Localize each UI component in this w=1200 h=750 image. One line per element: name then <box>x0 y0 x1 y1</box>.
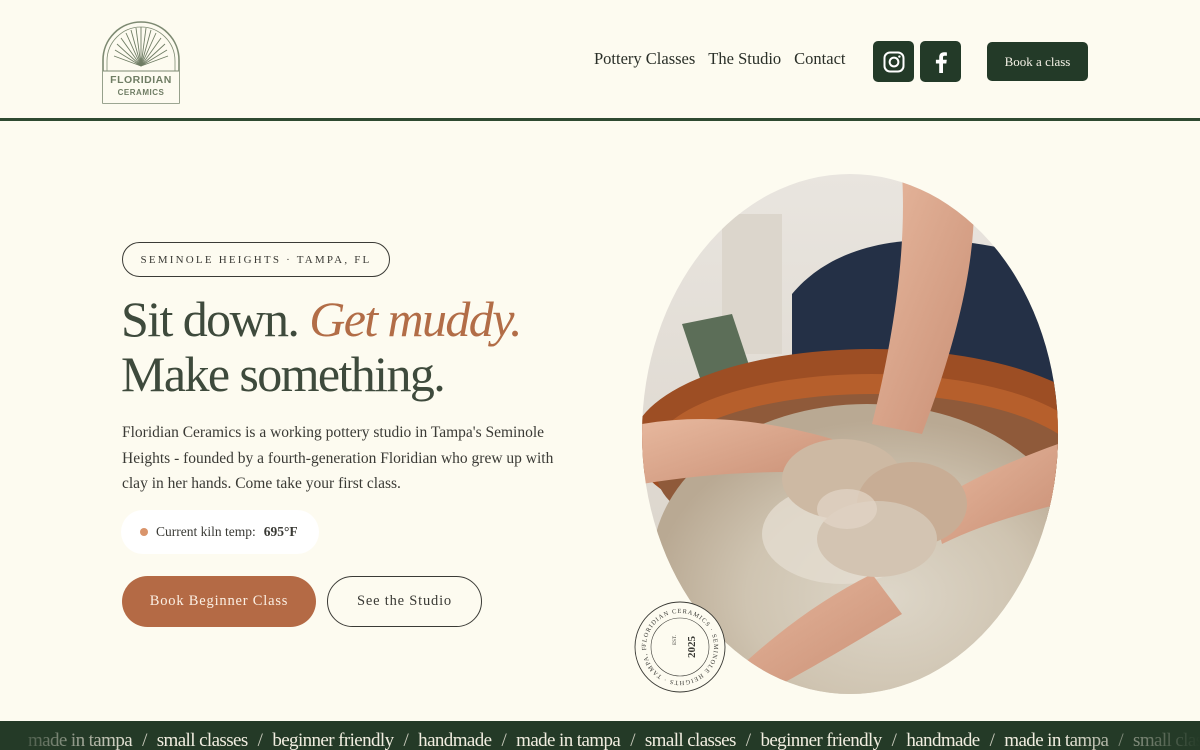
logo-wordmark-line1: FLORIDIAN <box>110 74 172 86</box>
site-header: FLORIDIAN CERAMICS Pottery Classes The S… <box>0 0 1200 121</box>
marquee-item: handmade <box>418 730 492 750</box>
logo-wordmark-line2: CERAMICS <box>117 88 165 97</box>
nav-link-pottery-classes[interactable]: Pottery Classes <box>594 49 695 69</box>
est-stamp-badge: FLORIDIAN CERAMICS · SEMINOLE HEIGHTS · … <box>633 600 726 693</box>
marquee-separator: / <box>891 730 897 750</box>
headline-accent: Get muddy. <box>309 291 522 347</box>
hero-headline: Sit down. Get muddy. Make something. <box>121 292 601 402</box>
kiln-temp-value: 695°F <box>263 524 298 539</box>
marquee-separator: / <box>501 730 507 750</box>
instagram-button[interactable] <box>873 41 914 82</box>
marquee-separator: / <box>257 730 263 750</box>
location-badge: SEMINOLE HEIGHTS · TAMPA, FL <box>122 242 390 277</box>
marquee-separator: / <box>630 730 635 750</box>
marquee-item: handmade <box>906 730 980 750</box>
hero-intro: Floridian Ceramics is a working pottery … <box>122 424 554 492</box>
marquee-separator: / <box>142 730 147 750</box>
main-nav: Pottery Classes The Studio Contact <box>594 49 846 69</box>
marquee-item: made in tampa <box>516 730 621 750</box>
book-a-class-button[interactable]: Book a class <box>987 42 1088 81</box>
see-the-studio-button[interactable]: See the Studio <box>327 576 482 627</box>
marquee-track: made in tampa / small classes / beginner fri… <box>28 730 1200 750</box>
marquee-item: small classes <box>156 730 248 750</box>
marquee-item: beginner friendly <box>272 730 394 750</box>
marquee-banner: made in tampa / small classes / beginner fri… <box>0 721 1200 750</box>
floridian-ceramics-logo[interactable]: FLORIDIAN CERAMICS <box>100 20 182 104</box>
facebook-button[interactable] <box>920 41 961 82</box>
stamp-est-label: EST. <box>673 635 678 645</box>
instagram-icon <box>883 51 904 72</box>
headline-part-1: Sit down. <box>121 291 310 347</box>
stamp-year: 2025 <box>686 636 698 659</box>
book-beginner-class-button[interactable]: Book Beginner Class <box>122 576 316 627</box>
nav-link-contact[interactable]: Contact <box>794 49 845 69</box>
kiln-temp-label: Current kiln temp: <box>156 524 256 539</box>
marquee-separator: / <box>745 730 751 750</box>
marquee-separator: / <box>989 730 995 750</box>
marquee-separator: / <box>403 730 409 750</box>
headline-part-2: Make something. <box>121 346 446 402</box>
status-dot-icon <box>140 528 148 536</box>
marquee-item: beginner friendly <box>760 730 882 750</box>
nav-link-the-studio[interactable]: The Studio <box>708 49 781 69</box>
facebook-icon <box>935 51 947 73</box>
kiln-temp-widget: Current kiln temp: 695°F <box>121 510 319 554</box>
marquee-item: small classes <box>644 730 736 750</box>
